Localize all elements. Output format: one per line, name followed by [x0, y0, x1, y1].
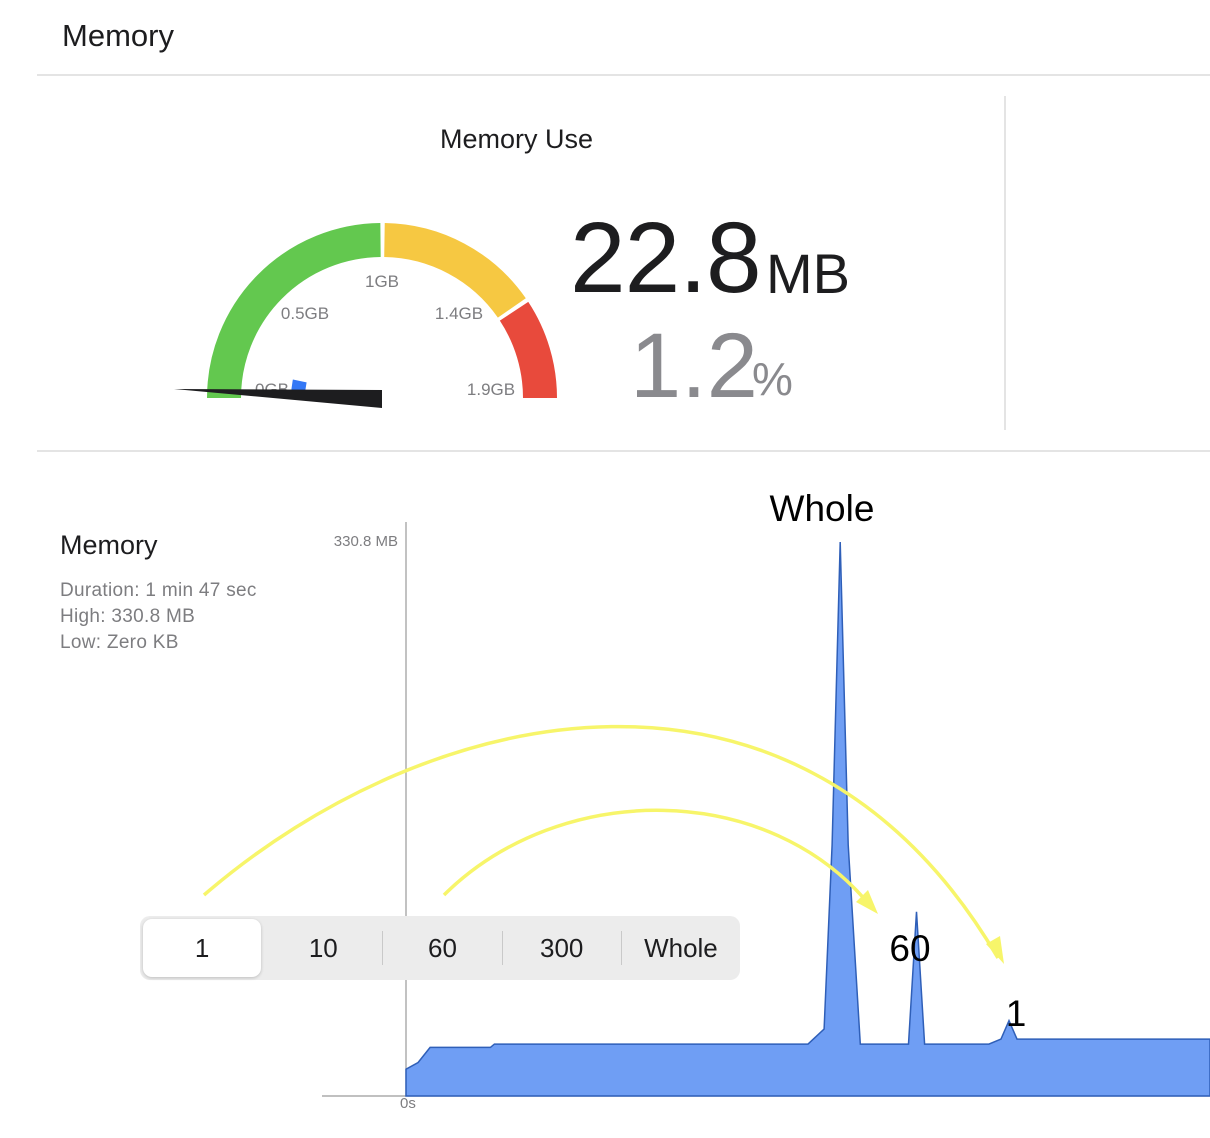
memory-area-series [405, 541, 1210, 1097]
annotation-60: 60 [889, 928, 930, 969]
time-range-segmented-control[interactable]: 1 10 60 300 Whole [140, 916, 740, 980]
segment-whole-label: Whole [644, 932, 718, 963]
segment-10[interactable]: 10 [264, 916, 382, 980]
segment-1-label: 1 [194, 932, 210, 963]
memory-panel: Memory Memory Use 0GB 0.5GB 1GB 1.4GB 1.… [0, 0, 1210, 1138]
x-start-tick-label: 0s [400, 1095, 416, 1112]
y-max-tick-label: 330.8 MB [334, 533, 398, 550]
segment-300-label: 300 [540, 932, 584, 963]
segment-whole[interactable]: Whole [622, 916, 740, 980]
segment-300[interactable]: 300 [503, 916, 621, 980]
segment-1[interactable]: 1 [143, 919, 262, 977]
segment-60-label: 60 [428, 932, 457, 963]
annotation-1: 1 [1006, 993, 1027, 1034]
annotation-whole: Whole [770, 488, 875, 529]
annotation-arrow-2 [442, 808, 874, 910]
segment-60[interactable]: 60 [383, 916, 501, 980]
segment-10-label: 10 [308, 932, 338, 963]
